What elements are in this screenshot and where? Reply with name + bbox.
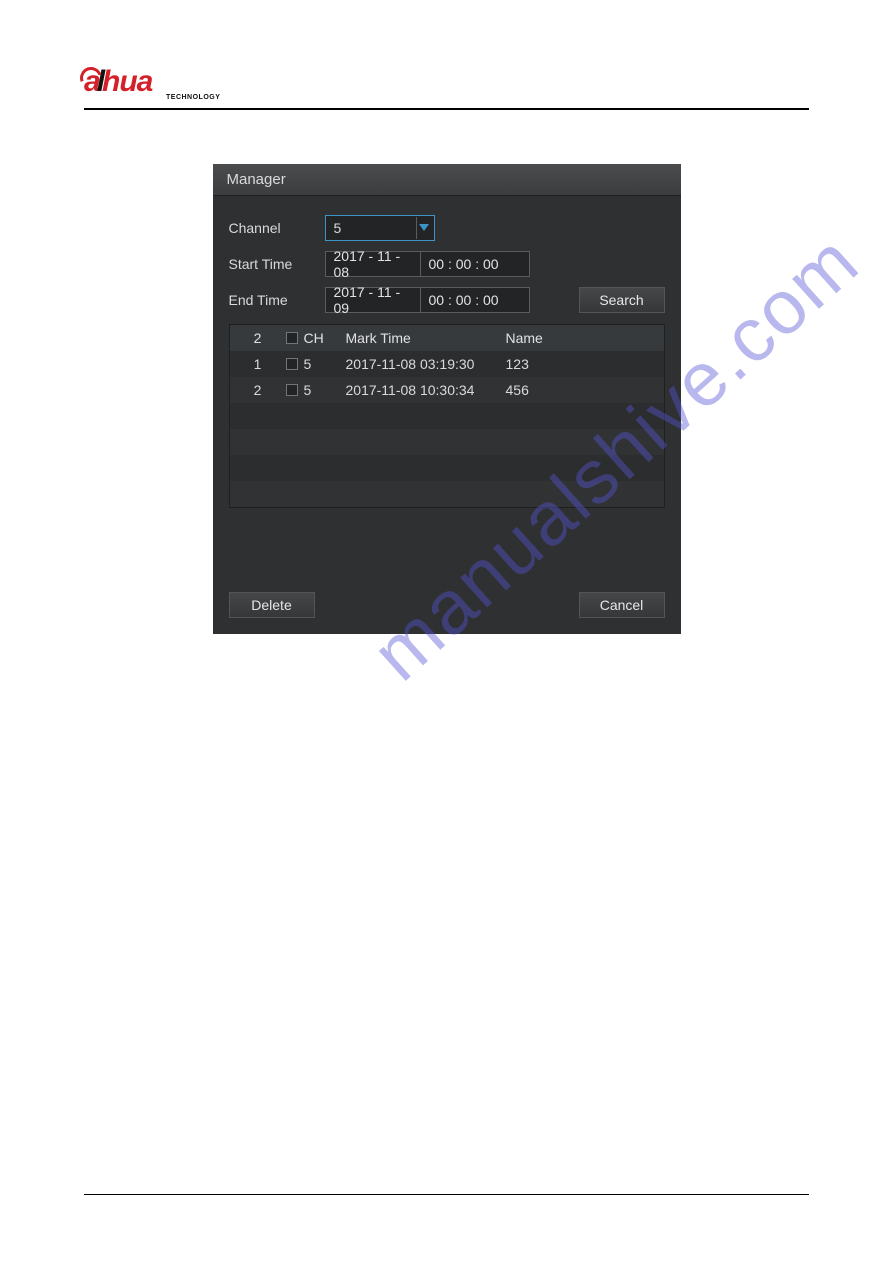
end-time-label: End Time bbox=[229, 292, 325, 308]
end-date-input[interactable]: 2017 - 11 - 09 bbox=[325, 287, 421, 313]
channel-select[interactable]: 5 bbox=[325, 215, 435, 241]
channel-value: 5 bbox=[334, 220, 342, 236]
results-table: 2 CH Mark Time Name 1 5 2017-11-08 03:19… bbox=[229, 324, 665, 508]
table-row-empty bbox=[230, 481, 664, 507]
chevron-down-icon bbox=[416, 217, 432, 239]
manager-dialog: Manager Channel 5 Start Time 2017 - 11 -… bbox=[213, 164, 681, 634]
footer-divider bbox=[84, 1194, 809, 1195]
table-row[interactable]: 1 5 2017-11-08 03:19:30 123 bbox=[230, 351, 664, 377]
logo-text-hua: hua bbox=[102, 65, 152, 99]
logo-subtitle: TECHNOLOGY bbox=[166, 94, 220, 101]
search-button[interactable]: Search bbox=[579, 287, 665, 313]
dialog-title: Manager bbox=[213, 164, 681, 196]
table-row-empty bbox=[230, 403, 664, 429]
table-header: 2 CH Mark Time Name bbox=[230, 325, 664, 351]
header-divider bbox=[84, 108, 809, 110]
row-checkbox[interactable] bbox=[286, 384, 298, 396]
col-name: Name bbox=[506, 330, 664, 346]
start-date-input[interactable]: 2017 - 11 - 08 bbox=[325, 251, 421, 277]
end-time-input[interactable]: 00 : 00 : 00 bbox=[420, 287, 530, 313]
brand-logo: a l hua TECHNOLOGY bbox=[84, 62, 809, 102]
col-ch: CH bbox=[304, 330, 324, 346]
delete-button[interactable]: Delete bbox=[229, 592, 315, 618]
cancel-button[interactable]: Cancel bbox=[579, 592, 665, 618]
screenshot-figure: Manager Channel 5 Start Time 2017 - 11 -… bbox=[213, 164, 681, 634]
table-row-empty bbox=[230, 455, 664, 481]
start-time-input[interactable]: 00 : 00 : 00 bbox=[420, 251, 530, 277]
col-mark-time: Mark Time bbox=[346, 330, 506, 346]
results-count: 2 bbox=[230, 330, 286, 346]
table-row[interactable]: 2 5 2017-11-08 10:30:34 456 bbox=[230, 377, 664, 403]
channel-label: Channel bbox=[229, 220, 325, 236]
table-row-empty bbox=[230, 429, 664, 455]
row-checkbox[interactable] bbox=[286, 358, 298, 370]
select-all-checkbox[interactable] bbox=[286, 332, 298, 344]
start-time-label: Start Time bbox=[229, 256, 325, 272]
